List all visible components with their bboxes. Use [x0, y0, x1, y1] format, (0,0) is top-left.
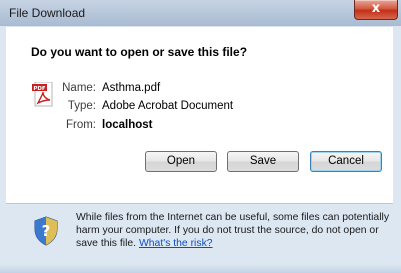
cancel-button[interactable]: Cancel: [310, 151, 382, 172]
close-button[interactable]: x: [354, 0, 398, 20]
title-bar[interactable]: File Download x: [0, 0, 401, 26]
field-type-value: Adobe Acrobat Document: [102, 100, 234, 112]
window-title: File Download: [9, 6, 86, 20]
field-from-label: From:: [65, 119, 96, 131]
warning-message: While files from the Internet can be use…: [76, 211, 392, 250]
svg-text:?: ?: [42, 222, 51, 240]
field-name-label: Name:: [62, 82, 96, 94]
window-bottom-edge: [0, 264, 401, 273]
whats-the-risk-link[interactable]: What's the risk?: [139, 238, 213, 249]
field-from-row: From: localhost: [36, 119, 366, 133]
dialog-question: Do you want to open or save this file?: [31, 45, 248, 59]
field-type-row: Type: Adobe Acrobat Document: [36, 100, 366, 114]
field-name-row: Name: Asthma.pdf: [36, 82, 366, 96]
open-button[interactable]: Open: [145, 151, 217, 172]
divider: [6, 203, 393, 204]
save-button[interactable]: Save: [227, 151, 299, 172]
shield-question-icon: ?: [34, 216, 58, 246]
field-from-value: localhost: [102, 119, 153, 131]
warning-text: While files from the Internet can be use…: [76, 212, 390, 249]
file-download-dialog: File Download x Do you want to open or s…: [0, 0, 401, 273]
field-type-label: Type:: [67, 100, 96, 112]
field-name-value: Asthma.pdf: [102, 82, 161, 94]
close-icon: x: [371, 1, 381, 16]
